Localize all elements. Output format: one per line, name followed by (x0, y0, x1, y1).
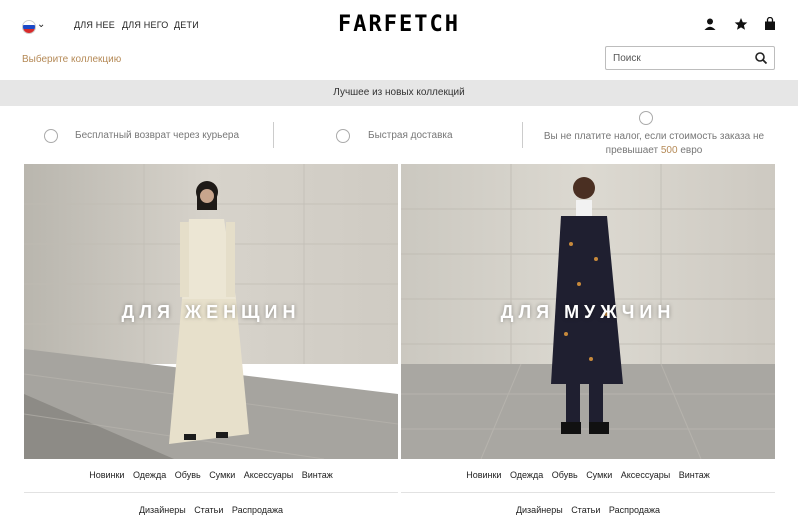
link-clothing[interactable]: Одежда (133, 470, 166, 480)
divider (522, 122, 523, 148)
link-clothing[interactable]: Одежда (510, 470, 543, 480)
search-input[interactable]: Поиск (613, 53, 641, 64)
women-title[interactable]: ДЛЯ ЖЕНЩИН (24, 302, 398, 323)
men-links-row2: Дизайнеры Статьи Распродажа (401, 505, 775, 515)
user-icon[interactable] (703, 17, 717, 31)
link-new[interactable]: Новинки (466, 470, 501, 480)
promo-banner[interactable]: Лучшее из новых коллекций (0, 80, 798, 106)
link-shoes[interactable]: Обувь (552, 470, 578, 480)
farfetch-logo[interactable]: FARFETCH (0, 12, 798, 37)
link-vintage[interactable]: Винтаж (679, 470, 710, 480)
men-hero-panel[interactable]: ДЛЯ МУЖЧИН (401, 164, 775, 459)
link-articles[interactable]: Статьи (194, 505, 223, 515)
women-links-row2: Дизайнеры Статьи Распродажа (24, 505, 398, 515)
benefits-bar: Бесплатный возврат через курьера Быстрая… (22, 110, 776, 162)
link-designers[interactable]: Дизайнеры (139, 505, 186, 515)
men-title[interactable]: ДЛЯ МУЖЧИН (401, 302, 775, 323)
benefit-tax-suffix: евро (677, 145, 703, 156)
tax-icon (639, 111, 653, 125)
men-links-row1: Новинки Одежда Обувь Сумки Аксессуары Ви… (401, 470, 775, 480)
benefit-delivery-text: Быстрая доставка (368, 130, 453, 141)
star-icon[interactable] (734, 17, 748, 31)
women-hero-panel[interactable]: ДЛЯ ЖЕНЩИН (24, 164, 398, 459)
divider (24, 492, 398, 493)
women-links-row1: Новинки Одежда Обувь Сумки Аксессуары Ви… (24, 470, 398, 480)
link-articles[interactable]: Статьи (571, 505, 600, 515)
benefit-tax-line1: Вы не платите налог, если стоимость зака… (543, 131, 765, 142)
link-bags[interactable]: Сумки (586, 470, 612, 480)
divider (273, 122, 274, 148)
divider (401, 492, 775, 493)
benefit-tax-text: Вы не платите налог, если стоимость зака… (532, 130, 776, 158)
benefit-return-text: Бесплатный возврат через курьера (75, 130, 240, 141)
benefit-tax-prefix: превышает (605, 145, 661, 156)
benefit-tax-line2: превышает 500 евро (532, 144, 776, 158)
link-sale[interactable]: Распродажа (609, 505, 660, 515)
link-sale[interactable]: Распродажа (232, 505, 283, 515)
link-accessories[interactable]: Аксессуары (244, 470, 293, 480)
link-new[interactable]: Новинки (89, 470, 124, 480)
benefit-tax-amount: 500 (660, 145, 678, 156)
choose-collection-link[interactable]: Выберите коллекцию (22, 54, 121, 65)
search-icon[interactable] (754, 51, 768, 65)
link-designers[interactable]: Дизайнеры (516, 505, 563, 515)
link-bags[interactable]: Сумки (209, 470, 235, 480)
link-shoes[interactable]: Обувь (175, 470, 201, 480)
link-accessories[interactable]: Аксессуары (621, 470, 670, 480)
delivery-icon (336, 129, 350, 143)
link-vintage[interactable]: Винтаж (302, 470, 333, 480)
return-icon (44, 129, 58, 143)
search-box[interactable]: Поиск (605, 46, 775, 70)
shopping-bag-icon[interactable] (763, 16, 777, 31)
